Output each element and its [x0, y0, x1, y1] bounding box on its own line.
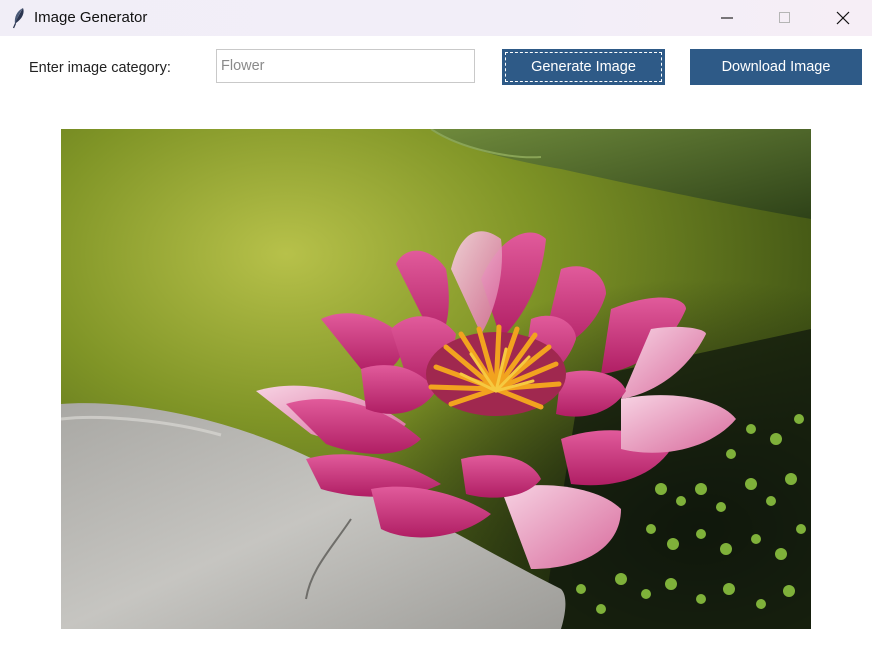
generated-image	[61, 129, 811, 629]
minimize-button[interactable]	[698, 0, 756, 36]
maximize-button[interactable]	[756, 0, 814, 36]
feather-icon	[11, 7, 27, 29]
download-image-label: Download Image	[721, 59, 831, 75]
close-icon	[836, 11, 850, 25]
window-title: Image Generator	[34, 9, 148, 26]
title-bar: Image Generator	[0, 0, 872, 36]
category-label: Enter image category:	[29, 60, 171, 76]
maximize-icon	[779, 12, 790, 23]
water-lily-illustration	[61, 129, 811, 629]
focus-ring	[505, 52, 662, 82]
category-input[interactable]	[216, 49, 475, 83]
download-image-button[interactable]: Download Image	[690, 49, 862, 85]
close-button[interactable]	[814, 0, 872, 36]
minimize-icon	[721, 17, 733, 19]
generate-image-button[interactable]: Generate Image	[502, 49, 665, 85]
